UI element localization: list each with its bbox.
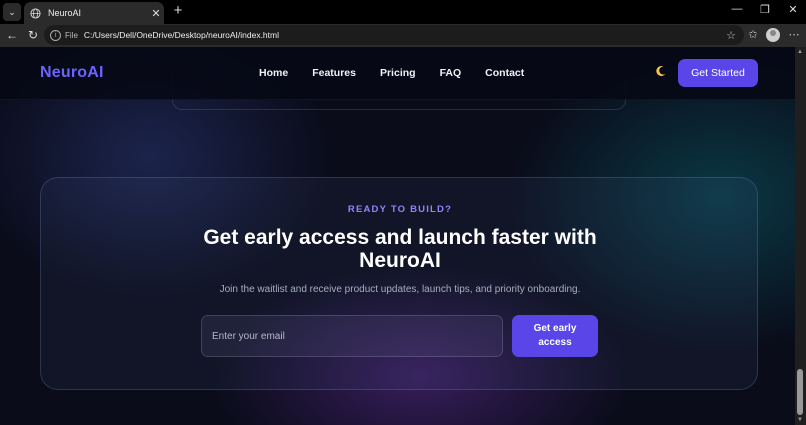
tab-strip: ⌄ NeuroAI ✕ + — ❐ ✕: [0, 0, 806, 24]
get-started-button[interactable]: Get Started: [678, 59, 758, 87]
reload-button[interactable]: ↻: [25, 27, 41, 43]
moon-icon[interactable]: [655, 65, 667, 77]
early-access-button[interactable]: Get early access: [512, 315, 598, 357]
profile-avatar[interactable]: [766, 28, 780, 42]
info-icon[interactable]: i: [50, 29, 61, 41]
early-access-card: READY TO BUILD? Get early access and lau…: [40, 177, 758, 390]
address-bar[interactable]: i File C:/Users/Dell/OneDrive/Desktop/ne…: [44, 25, 744, 45]
scroll-up-icon[interactable]: ▲: [797, 49, 803, 55]
bookmark-star-icon[interactable]: ☆: [726, 29, 736, 42]
more-menu-icon[interactable]: ⋯: [786, 27, 802, 43]
nav-link-home[interactable]: Home: [259, 67, 288, 79]
page-scrollbar[interactable]: ▲ ▼: [795, 47, 806, 425]
page-viewport: NeuroAI Home Features Pricing FAQ Contac…: [0, 47, 795, 425]
section-eyebrow: READY TO BUILD?: [347, 204, 453, 215]
scheme-label: File: [65, 30, 78, 40]
nav-link-features[interactable]: Features: [312, 67, 356, 79]
close-tab-icon[interactable]: ✕: [148, 7, 164, 20]
site-logo[interactable]: NeuroAI: [40, 64, 104, 82]
tab-list-button[interactable]: ⌄: [3, 3, 21, 21]
nav-link-faq[interactable]: FAQ: [440, 67, 462, 79]
nav-link-pricing[interactable]: Pricing: [380, 67, 416, 79]
tab-title: NeuroAI: [48, 8, 82, 18]
email-input[interactable]: [201, 315, 503, 357]
globe-icon: [30, 7, 41, 19]
nav-link-contact[interactable]: Contact: [485, 67, 524, 79]
url-text[interactable]: C:/Users/Dell/OneDrive/Desktop/neuroAI/i…: [84, 30, 726, 40]
minimize-button[interactable]: —: [724, 3, 750, 15]
tab-neuroai[interactable]: NeuroAI ✕: [24, 2, 164, 24]
section-subtext: Join the waitlist and receive product up…: [219, 284, 581, 295]
favorites-icon[interactable]: ✩: [745, 27, 761, 43]
maximize-button[interactable]: ❐: [752, 3, 778, 16]
close-window-button[interactable]: ✕: [780, 3, 806, 16]
site-nav-links: Home Features Pricing FAQ Contact: [259, 67, 548, 79]
back-button[interactable]: ←: [4, 27, 20, 43]
browser-window: ⌄ NeuroAI ✕ + — ❐ ✕ ← ↻ i File C:/Users/…: [0, 0, 806, 425]
scrollbar-thumb[interactable]: [797, 369, 803, 415]
site-header: NeuroAI Home Features Pricing FAQ Contac…: [0, 47, 795, 100]
scroll-down-icon[interactable]: ▼: [797, 417, 803, 423]
browser-toolbar: ← ↻ i File C:/Users/Dell/OneDrive/Deskto…: [0, 24, 806, 47]
new-tab-button[interactable]: +: [170, 3, 186, 19]
section-headline: Get early access and launch faster with …: [203, 226, 597, 272]
